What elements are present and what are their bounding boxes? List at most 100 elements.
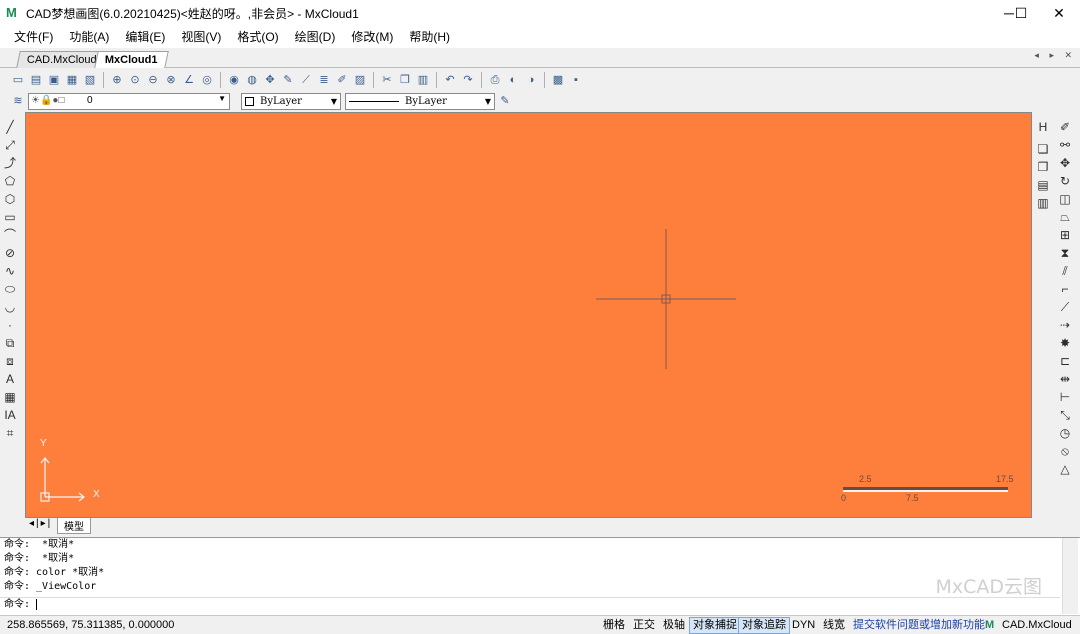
move-icon[interactable]: ✥ — [1057, 154, 1073, 172]
paint-icon[interactable]: ✐ — [334, 72, 350, 88]
circle-icon[interactable]: ⊘ — [2, 244, 18, 262]
draworder-above-icon[interactable]: ▤ — [1035, 176, 1051, 194]
diameter-dim-icon[interactable]: ⦸ — [1057, 442, 1073, 460]
insert-block-icon[interactable]: ⧈ — [2, 352, 18, 370]
draworder-under-icon[interactable]: ▥ — [1035, 194, 1051, 212]
zoom-extents-icon[interactable]: ◎ — [199, 72, 215, 88]
menu-edit[interactable]: 编辑(E) — [117, 26, 173, 48]
table-icon[interactable]: ⌗ — [2, 424, 18, 442]
new-file-icon[interactable]: ▭ — [10, 72, 26, 88]
rotate-icon[interactable]: ↻ — [1057, 172, 1073, 190]
copy-icon[interactable]: ❐ — [397, 72, 413, 88]
open-file-icon[interactable]: ▤ — [28, 72, 44, 88]
drawing-canvas[interactable]: Y X 2.5 17.5 0 7.5 — [25, 112, 1032, 518]
menu-help[interactable]: 帮助(H) — [401, 26, 458, 48]
ellipse-arc-icon[interactable]: ◡ — [2, 298, 18, 316]
export-image-icon[interactable]: ▪ — [568, 72, 584, 88]
layer-manager-icon[interactable]: ≋ — [10, 93, 26, 109]
array-icon[interactable]: ⊞ — [1057, 226, 1073, 244]
offset-icon[interactable]: ⫽ — [1057, 262, 1073, 280]
save-icon[interactable]: ▦ — [64, 72, 80, 88]
draworder-back-icon[interactable]: ❐ — [1035, 158, 1051, 176]
grid-toggle[interactable]: 栅格 — [600, 616, 628, 634]
menu-view[interactable]: 视图(V) — [173, 26, 229, 48]
pdf-icon[interactable]: ▩ — [550, 72, 566, 88]
rectangle-icon[interactable]: ▭ — [2, 208, 18, 226]
ortho-toggle[interactable]: 正交 — [630, 616, 658, 634]
scale-icon[interactable]: ◫ — [1057, 190, 1073, 208]
pencil-icon[interactable]: ✎ — [280, 72, 296, 88]
osnap-toggle[interactable]: 对象捕捉 — [689, 617, 741, 634]
menu-format[interactable]: 格式(O) — [229, 26, 286, 48]
menu-function[interactable]: 功能(A) — [61, 26, 117, 48]
shape-icon[interactable]: ⬡ — [2, 190, 18, 208]
globe-icon[interactable]: ◑ — [523, 72, 539, 88]
menu-file[interactable]: 文件(F) — [6, 26, 61, 48]
render-icon[interactable]: ◐ — [505, 72, 521, 88]
zoom-realtime-icon[interactable]: ◍ — [244, 72, 260, 88]
distance-icon[interactable]: H — [1035, 118, 1051, 136]
feedback-link[interactable]: 提交软件问题或增加新功能 — [850, 616, 988, 634]
polygon-icon[interactable]: ⬠ — [2, 172, 18, 190]
xline-icon[interactable]: ⤢ — [2, 136, 18, 154]
open-folder-icon[interactable]: ▣ — [46, 72, 62, 88]
join-icon[interactable]: ⇹ — [1057, 370, 1073, 388]
zoom-in-icon[interactable]: ⊙ — [127, 72, 143, 88]
brush-icon[interactable]: ✎ — [497, 93, 513, 109]
zoom-window-icon[interactable]: ⊗ — [163, 72, 179, 88]
break-icon[interactable]: ⊏ — [1057, 352, 1073, 370]
print-icon[interactable]: ⎙ — [487, 72, 503, 88]
redo-icon[interactable]: ↷ — [460, 72, 476, 88]
aligned-dim-icon[interactable]: ⤡ — [1057, 406, 1073, 424]
layers-icon[interactable]: ≣ — [316, 72, 332, 88]
zoom-icon[interactable]: ⊕ — [109, 72, 125, 88]
angle-dim-icon[interactable]: △ — [1057, 460, 1073, 478]
extend-icon[interactable]: ⇢ — [1057, 316, 1073, 334]
zoom-out-icon[interactable]: ⊖ — [145, 72, 161, 88]
save-as-icon[interactable]: ▧ — [82, 72, 98, 88]
menu-modify[interactable]: 修改(M) — [343, 26, 401, 48]
tab-nav-arrows[interactable]: ◂ ▸ ✕ — [1034, 50, 1076, 61]
polyline-icon[interactable]: ⤴ — [2, 154, 18, 172]
radius-dim-icon[interactable]: ◷ — [1057, 424, 1073, 442]
dyn-toggle[interactable]: DYN — [789, 616, 818, 634]
text-icon[interactable]: A — [2, 370, 18, 388]
copy-object-icon[interactable]: ⚯ — [1057, 136, 1073, 154]
fillet-icon[interactable]: ⌐ — [1057, 280, 1073, 298]
mirror-icon[interactable]: ⧗ — [1057, 244, 1073, 262]
block-icon[interactable]: ⧉ — [2, 334, 18, 352]
lineweight-toggle[interactable]: 线宽 — [820, 616, 848, 634]
pan-icon[interactable]: ✥ — [262, 72, 278, 88]
tab-mxcloud1[interactable]: MxCloud1 — [94, 51, 169, 68]
draworder-front-icon[interactable]: ❏ — [1035, 140, 1051, 158]
ellipse-icon[interactable]: ⬭ — [2, 280, 18, 298]
otrack-toggle[interactable]: 对象追踪 — [738, 617, 790, 634]
paste-icon[interactable]: ▥ — [415, 72, 431, 88]
layer-select[interactable]: ☀🔒●□ 0 ▼ — [28, 93, 230, 110]
command-input[interactable]: 命令: — [0, 597, 1060, 612]
trim-icon[interactable]: ⟋ — [1057, 298, 1073, 316]
polar-toggle[interactable]: 极轴 — [660, 616, 688, 634]
stretch-icon[interactable]: ⏢ — [1057, 208, 1073, 226]
close-button[interactable]: ✕ — [1036, 0, 1080, 26]
linear-dim-icon[interactable]: ⊢ — [1057, 388, 1073, 406]
spline-icon[interactable]: ∿ — [2, 262, 18, 280]
linetype-select[interactable]: ByLayer ▼ — [345, 93, 495, 110]
measure-angle-icon[interactable]: ∠ — [181, 72, 197, 88]
tab-model[interactable]: 模型 — [57, 518, 91, 534]
image-icon[interactable]: ▨ — [352, 72, 368, 88]
undo-icon[interactable]: ↶ — [442, 72, 458, 88]
layout-nav-arrows[interactable]: ◂|▸| — [29, 518, 52, 529]
point-icon[interactable]: · — [2, 316, 18, 334]
menu-draw[interactable]: 绘图(D) — [287, 26, 344, 48]
hatch-icon[interactable]: ▦ — [2, 388, 18, 406]
arc-icon[interactable]: ⌒ — [2, 226, 18, 244]
explode-icon[interactable]: ✸ — [1057, 334, 1073, 352]
mtext-icon[interactable]: IA — [2, 406, 18, 424]
erase-icon[interactable]: ✐ — [1057, 118, 1073, 136]
command-scrollbar[interactable] — [1062, 538, 1078, 614]
match-prop-icon[interactable]: ⟋ — [298, 72, 314, 88]
line-icon[interactable]: ╱ — [2, 118, 18, 136]
cut-icon[interactable]: ✂ — [379, 72, 395, 88]
color-select[interactable]: ByLayer ▼ — [241, 93, 341, 110]
